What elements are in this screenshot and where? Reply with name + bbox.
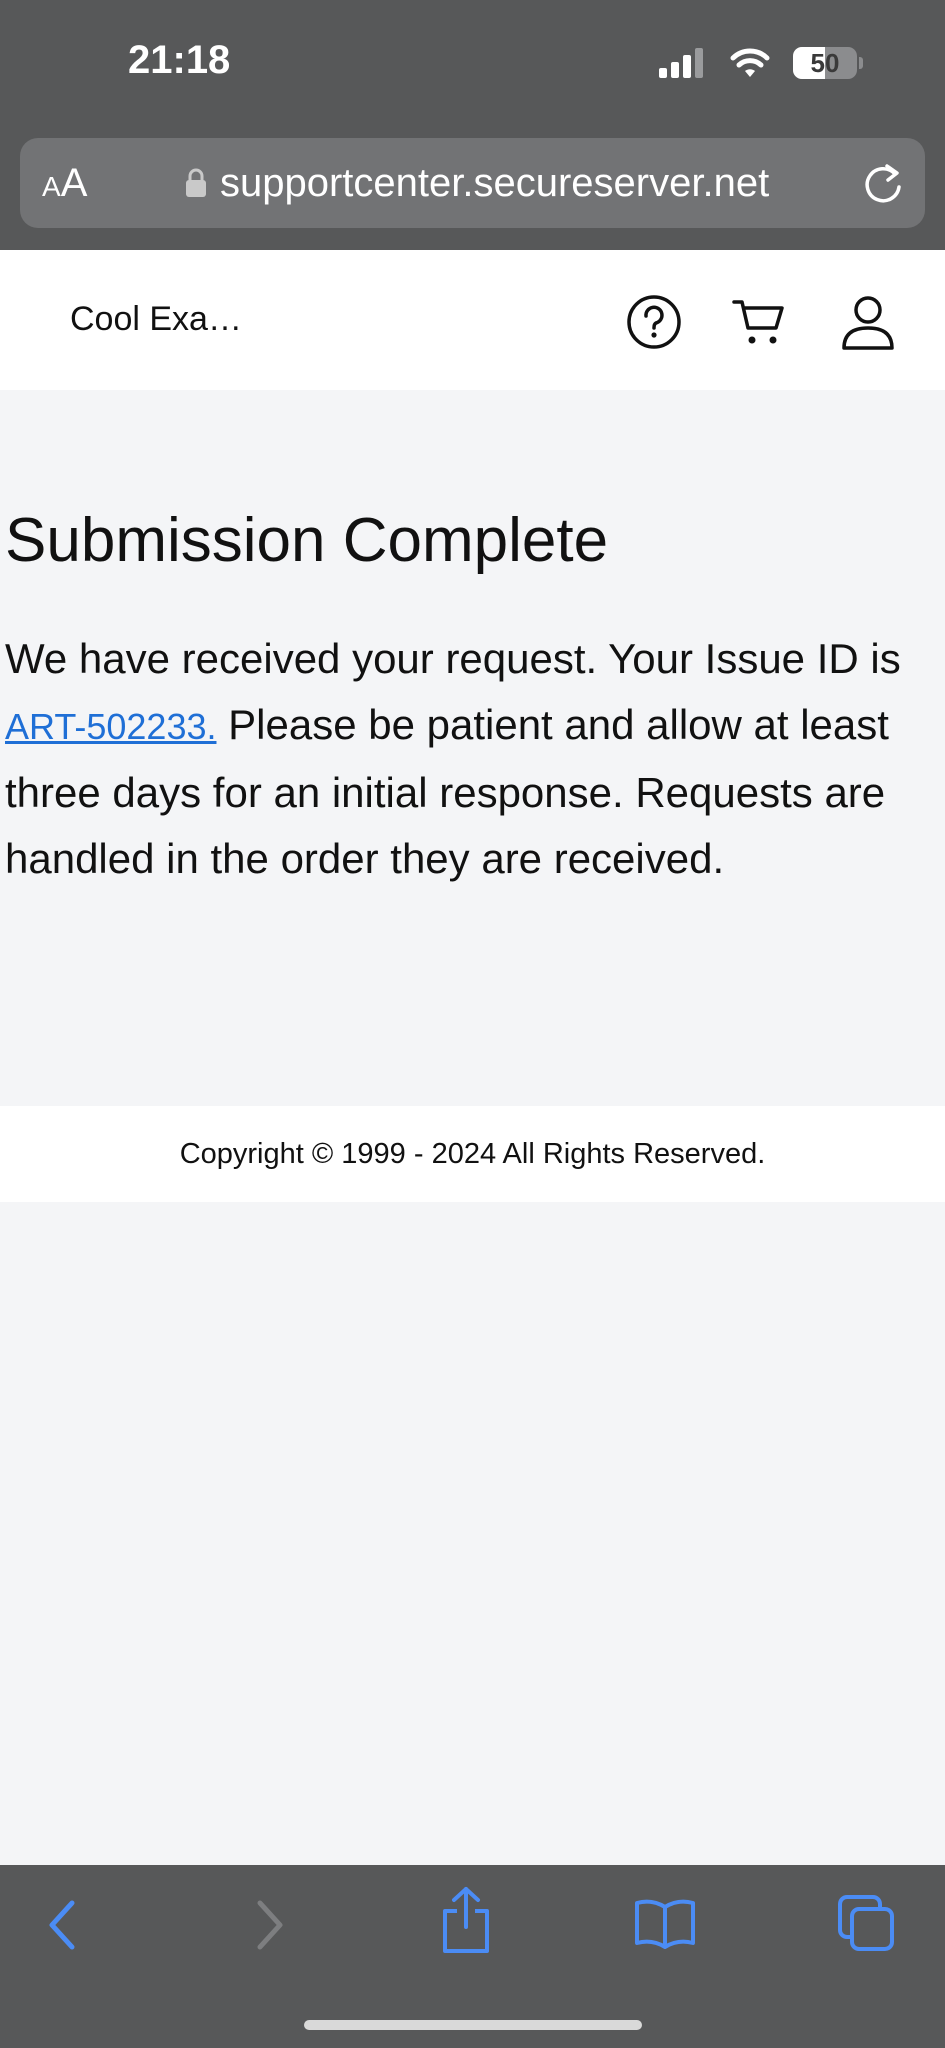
site-footer: Copyright © 1999 - 2024 All Rights Reser… <box>0 1106 945 1202</box>
site-header: Cool Exa… <box>0 250 945 390</box>
battery-percent: 50 <box>810 48 840 78</box>
confirmation-message: We have received your request. Your Issu… <box>5 635 901 882</box>
page-title: Submission Complete <box>5 506 609 575</box>
wifi-icon <box>730 48 770 77</box>
home-indicator <box>304 2020 642 2030</box>
site-name[interactable]: Cool Exa… <box>70 300 242 339</box>
url-text[interactable]: supportcenter.secureserver.net <box>220 158 769 208</box>
reader-aa-button[interactable]: AA <box>42 160 87 206</box>
browser-top-chrome: 21:18 50 AA supportcenter.secureserver.n… <box>0 0 945 250</box>
cart-icon[interactable] <box>732 296 788 348</box>
help-icon[interactable] <box>626 294 682 350</box>
tabs-icon[interactable] <box>836 1893 896 1953</box>
account-icon[interactable] <box>840 294 896 352</box>
bookmarks-icon[interactable] <box>634 1897 696 1949</box>
forward-icon[interactable] <box>248 1897 288 1953</box>
lock-icon <box>186 168 206 197</box>
browser-bottom-toolbar <box>0 1865 945 2048</box>
status-icons: 50 <box>659 44 863 82</box>
back-icon[interactable] <box>44 1897 84 1953</box>
battery-icon: 50 <box>793 47 857 79</box>
address-bar[interactable]: AA supportcenter.secureserver.net <box>20 138 925 228</box>
status-time: 21:18 <box>128 38 231 82</box>
reload-icon[interactable] <box>861 160 905 206</box>
issue-id-link[interactable]: ART-502233. <box>5 706 216 747</box>
share-icon[interactable] <box>440 1885 492 1955</box>
copyright-text: Copyright © 1999 - 2024 All Rights Reser… <box>179 1138 766 1170</box>
signal-icon <box>659 48 703 78</box>
